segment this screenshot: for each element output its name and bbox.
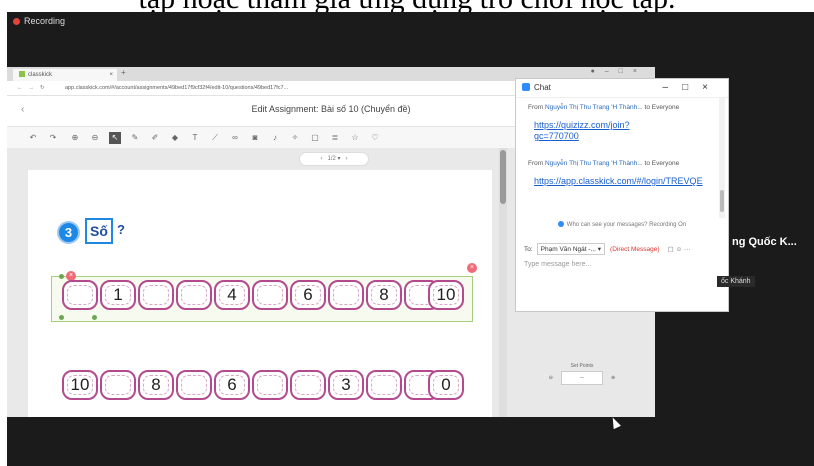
eraser-icon[interactable]: ◆ xyxy=(169,132,181,144)
number-cell[interactable]: 6 xyxy=(214,370,250,400)
direct-message-label: (Direct Message) xyxy=(610,246,660,253)
resize-handle[interactable] xyxy=(59,315,64,320)
zoom-out-icon[interactable]: ⊖ xyxy=(89,132,101,144)
chat-link[interactable]: https://app.classkick.com/#/login/TREVQE xyxy=(534,176,703,187)
new-tab-icon[interactable]: + xyxy=(121,68,126,77)
zoom-in-icon[interactable]: ⊕ xyxy=(69,132,81,144)
number-cell[interactable] xyxy=(176,280,212,310)
set-points: Set Points ⊖ -- ⊕ xyxy=(542,363,622,385)
bulb-icon[interactable]: ♡ xyxy=(369,132,381,144)
nav-buttons[interactable]: ←→↻ xyxy=(17,81,51,95)
page-scrollbar[interactable] xyxy=(499,148,507,417)
number-cell[interactable] xyxy=(252,280,288,310)
screen-share: Recording classkick × + ●–□× ←→↻ app.clas… xyxy=(7,12,814,466)
camera-icon[interactable]: ◙ xyxy=(249,132,261,144)
number-cell[interactable]: 3 xyxy=(328,370,364,400)
exercise-label: Số xyxy=(85,218,113,244)
redo-icon[interactable]: ↷ xyxy=(47,132,59,144)
scroll-thumb[interactable] xyxy=(500,150,506,204)
number-cell[interactable] xyxy=(176,370,212,400)
recipient-row: To: Phạm Văn Ngát -... ▾ (Direct Message) ▢… xyxy=(524,243,690,255)
points-input[interactable]: -- xyxy=(561,371,603,385)
sender-name: Nguyễn Thị Thu Trang 'H Thành... xyxy=(544,104,643,111)
number-cell[interactable]: 1 xyxy=(100,280,136,310)
people-icon xyxy=(557,221,564,227)
chat-title: Chat xyxy=(534,83,551,92)
number-cell[interactable] xyxy=(252,370,288,400)
number-cell[interactable]: 8 xyxy=(366,280,402,310)
chat-window-controls[interactable]: –□× xyxy=(663,79,722,97)
number-cell[interactable] xyxy=(138,280,174,310)
record-icon xyxy=(13,18,20,25)
browser-tab[interactable]: classkick × xyxy=(13,69,117,81)
from-label: From xyxy=(528,160,544,167)
tab-title: classkick xyxy=(28,72,53,78)
audio-icon[interactable]: ♪ xyxy=(269,132,281,144)
recording-indicator: Recording xyxy=(13,16,65,26)
text-icon[interactable]: T xyxy=(189,132,201,144)
number-cell[interactable]: 6 xyxy=(290,280,326,310)
list-icon[interactable]: ≣ xyxy=(329,132,341,144)
chat-tool-icons[interactable]: ▢ ☺ ··· xyxy=(668,246,691,253)
chat-scrollbar[interactable] xyxy=(719,98,725,218)
recipient-select[interactable]: Phạm Văn Ngát -... ▾ xyxy=(536,243,606,255)
to-label: To: xyxy=(524,246,533,253)
participant-tag: ốc Khánh xyxy=(717,276,755,287)
recording-label: Recording xyxy=(24,16,66,26)
chat-scroll-thumb[interactable] xyxy=(720,190,724,212)
resize-handle[interactable] xyxy=(59,274,64,279)
recipient-label: to Everyone xyxy=(644,104,680,111)
participant-name: ng Quốc K... xyxy=(732,236,797,248)
number-cell[interactable]: 10 xyxy=(428,280,464,310)
message-input[interactable]: Type message here... xyxy=(524,261,591,268)
number-cell[interactable]: 0 xyxy=(428,370,464,400)
recipient-label: to Everyone xyxy=(644,160,680,167)
chat-link[interactable]: https://quizizz.com/join?gc=770700 xyxy=(534,120,634,142)
number-cell[interactable]: 8 xyxy=(138,370,174,400)
chat-messages: From Nguyễn Thị Thu Trang 'H Thành... to… xyxy=(516,98,716,218)
worksheet-page[interactable]: 3 Số ? × × 1 4 6 8 10 10 8 6 3 0 xyxy=(28,170,492,417)
zoom-logo-icon xyxy=(522,83,530,91)
url-text: app.classkick.com/#/account/assignments/… xyxy=(65,85,289,91)
close-tab-icon[interactable]: × xyxy=(109,69,113,81)
number-cell[interactable] xyxy=(100,370,136,400)
message-header: From Nguyễn Thị Thu Trang 'H Thành... to… xyxy=(528,160,679,167)
from-label: From xyxy=(528,104,544,111)
sticker-icon[interactable]: ✧ xyxy=(289,132,301,144)
caption-text: tập hoặc tham gia ứng dụng trò chơi học … xyxy=(0,0,814,12)
resize-handle[interactable] xyxy=(92,315,97,320)
link-icon[interactable]: ∞ xyxy=(229,132,241,144)
chat-titlebar: Chat –□× xyxy=(516,79,728,98)
visibility-note[interactable]: Who can see your messages? Recording On xyxy=(516,221,728,228)
select-icon[interactable]: ↖ xyxy=(109,132,121,144)
message-header: From Nguyễn Thị Thu Trang 'H Thành... to… xyxy=(528,104,679,111)
exercise-number: 3 xyxy=(57,221,80,244)
question-mark: ? xyxy=(117,222,125,237)
visibility-text: Who can see your messages? Recording On xyxy=(566,222,687,228)
number-cell[interactable] xyxy=(328,280,364,310)
number-cell[interactable] xyxy=(366,370,402,400)
window-controls[interactable]: ●–□× xyxy=(591,68,647,75)
favicon-icon xyxy=(19,71,25,77)
number-cell[interactable]: 4 xyxy=(214,280,250,310)
recipient-value: Phạm Văn Ngát -... xyxy=(540,246,596,253)
page-selector[interactable]: ‹ 1/2 ▾ › xyxy=(299,152,369,166)
undo-icon[interactable]: ↶ xyxy=(27,132,39,144)
number-cell[interactable] xyxy=(290,370,326,400)
increment-icon[interactable]: ⊕ xyxy=(611,375,615,381)
chat-window: Chat –□× From Nguyễn Thị Thu Trang 'H Th… xyxy=(515,78,729,312)
delete-pin-icon[interactable]: × xyxy=(467,263,477,273)
box-icon[interactable]: ▢ xyxy=(309,132,321,144)
number-cell[interactable]: 10 xyxy=(62,370,98,400)
number-cell[interactable] xyxy=(62,280,98,310)
decrement-icon[interactable]: ⊖ xyxy=(549,375,553,381)
line-icon[interactable]: ⟋ xyxy=(209,132,221,144)
set-points-label: Set Points xyxy=(570,363,594,369)
sender-name: Nguyễn Thị Thu Trang 'H Thành... xyxy=(544,160,643,167)
mouse-cursor-icon xyxy=(609,415,621,430)
star-icon[interactable]: ☆ xyxy=(349,132,361,144)
pen-icon[interactable]: ✎ xyxy=(129,132,141,144)
highlighter-icon[interactable]: ✐ xyxy=(149,132,161,144)
page-indicator: 1/2 xyxy=(327,156,336,162)
